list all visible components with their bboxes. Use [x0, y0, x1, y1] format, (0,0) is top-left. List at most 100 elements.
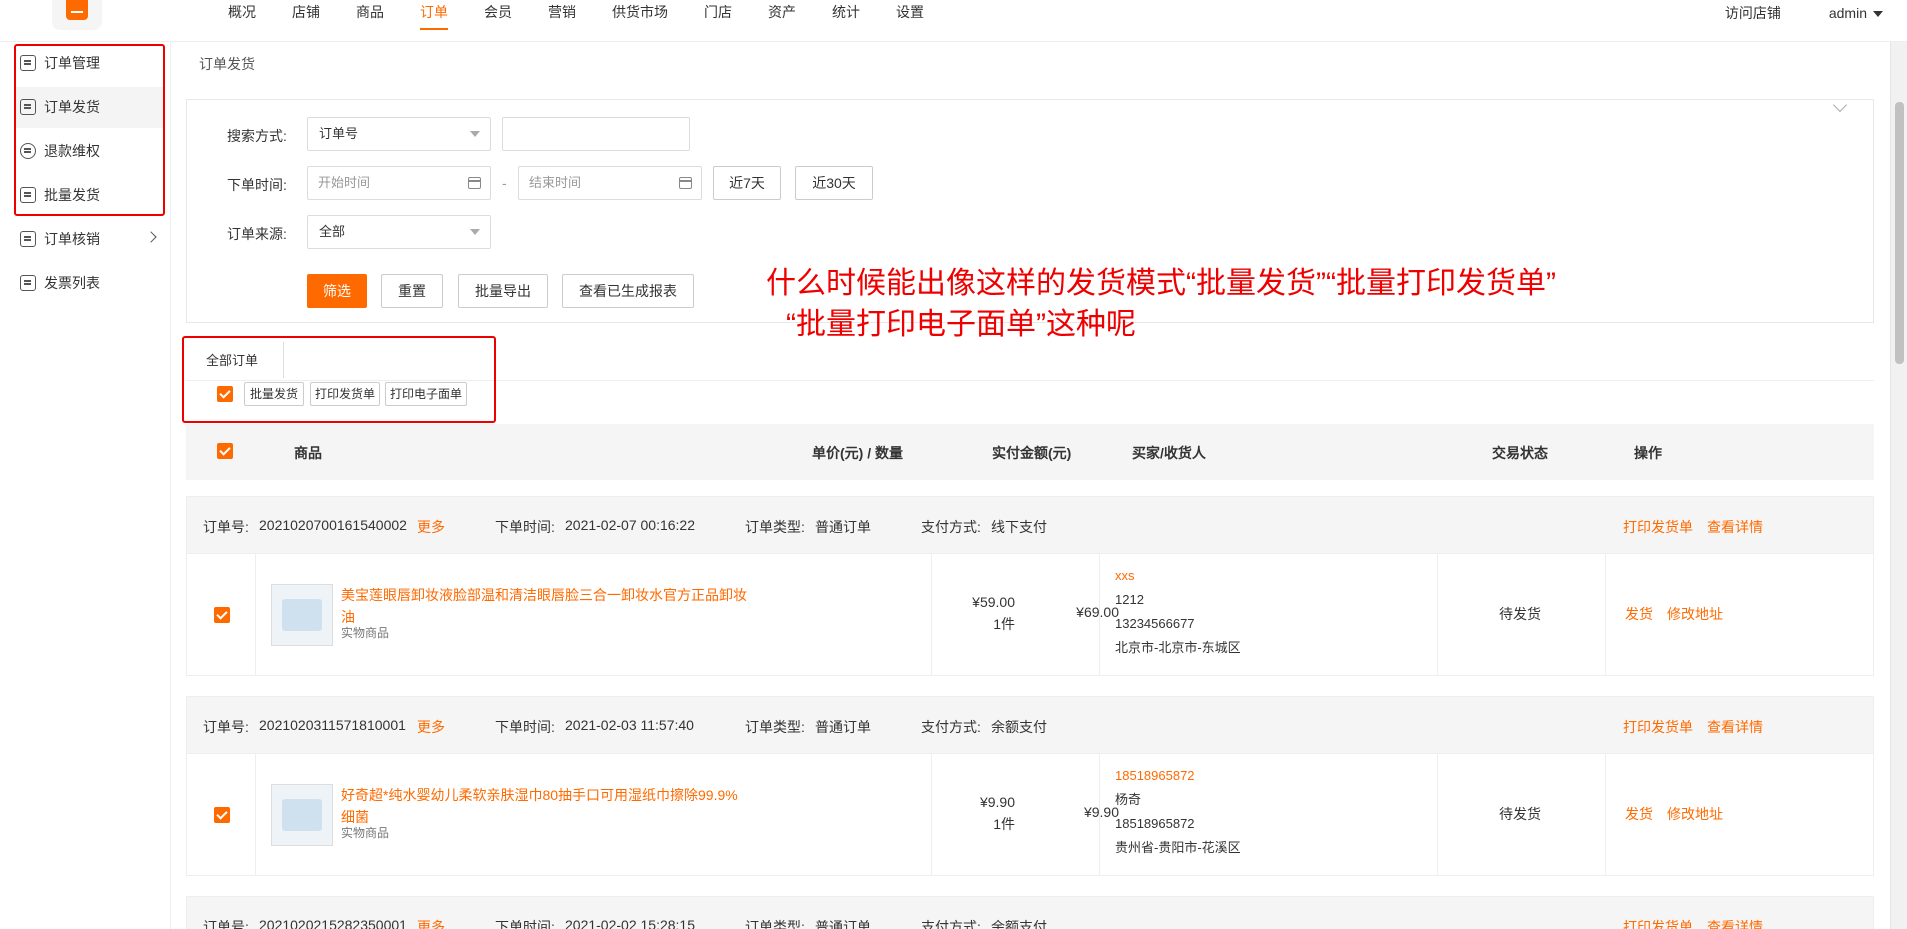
- user-menu[interactable]: admin: [1829, 5, 1883, 21]
- unit-price: ¥59.00: [972, 594, 1015, 610]
- order-type-label: 订单类型:: [745, 519, 805, 535]
- caret-down-icon: [1873, 11, 1883, 18]
- divider: [1099, 554, 1100, 676]
- order-type: 普通订单: [815, 919, 871, 929]
- order-time-label: 下单时间:: [495, 719, 555, 735]
- search-type-select[interactable]: 订单号: [307, 117, 491, 151]
- col-price-qty: 单价(元) / 数量: [812, 445, 903, 461]
- nav-marketing[interactable]: 营销: [548, 0, 576, 30]
- divider: [931, 554, 932, 676]
- order-checkbox[interactable]: [214, 807, 230, 823]
- end-time-input[interactable]: 结束时间: [518, 166, 702, 200]
- more-link[interactable]: 更多: [417, 917, 445, 929]
- order-no: 2021020311571810001: [259, 717, 406, 733]
- start-time-input[interactable]: 开始时间: [307, 166, 491, 200]
- ship-link[interactable]: 发货: [1625, 806, 1653, 822]
- order-header: 订单号: 2021020215282350001 更多 下单时间: 2021-0…: [186, 896, 1874, 929]
- order-body: 美宝莲眼唇卸妆液脸部温和清洁眼唇脸三合一卸妆水官方正品卸妆油 实物商品 ¥59.…: [186, 554, 1874, 676]
- nav-members[interactable]: 会员: [484, 0, 512, 30]
- divider: [1605, 554, 1606, 676]
- order-no-label: 订单号:: [203, 519, 249, 535]
- chevron-right-icon: [145, 231, 157, 243]
- buyer-info: 18518965872 杨奇 18518965872 贵州省-贵阳市-花溪区: [1115, 764, 1241, 860]
- top-bar: 概况 店铺 商品 订单 会员 营销 供货市场 门店 资产 统计 设置 访问店铺 …: [0, 0, 1907, 42]
- pay-method: 线下支付: [991, 519, 1047, 535]
- nav-overview[interactable]: 概况: [228, 0, 256, 30]
- order-header: 订单号: 2021020700161540002 更多 下单时间: 2021-0…: [186, 496, 1874, 554]
- logo[interactable]: [52, 0, 102, 30]
- sidebar-item-invoice[interactable]: 发票列表: [20, 262, 165, 304]
- print-ship-doc-link[interactable]: 打印发货单: [1623, 717, 1693, 737]
- edit-address-link[interactable]: 修改地址: [1667, 606, 1723, 622]
- view-reports-button[interactable]: 查看已生成报表: [562, 274, 694, 308]
- start-time-placeholder: 开始时间: [318, 175, 371, 190]
- last-7-days-button[interactable]: 近7天: [713, 166, 781, 200]
- visit-store-link[interactable]: 访问店铺: [1725, 3, 1781, 23]
- order-time-label: 下单时间:: [495, 919, 555, 929]
- nav-store[interactable]: 店铺: [292, 0, 320, 30]
- verify-icon: [20, 231, 36, 247]
- calendar-icon: [468, 177, 481, 189]
- quantity: 1件: [993, 616, 1015, 632]
- reset-button[interactable]: 重置: [381, 274, 443, 308]
- order-type-label: 订单类型:: [745, 719, 805, 735]
- receiver-address: 北京市-北京市-东城区: [1115, 640, 1241, 655]
- nav-assets[interactable]: 资产: [768, 0, 796, 30]
- print-ship-doc-link[interactable]: 打印发货单: [1623, 917, 1693, 929]
- ship-link[interactable]: 发货: [1625, 606, 1653, 622]
- chevron-down-icon: [470, 131, 480, 137]
- nav-orders[interactable]: 订单: [420, 0, 448, 30]
- table-header: 商品 单价(元) / 数量 实付金额(元) 买家/收货人 交易状态 操作: [186, 424, 1874, 480]
- nav-stats[interactable]: 统计: [832, 0, 860, 30]
- order-source-select[interactable]: 全部: [307, 215, 491, 249]
- search-type-value: 订单号: [319, 126, 359, 141]
- vertical-scrollbar[interactable]: [1890, 42, 1907, 929]
- col-paid: 实付金额(元): [992, 445, 1072, 461]
- view-detail-link[interactable]: 查看详情: [1707, 717, 1763, 737]
- last-30-days-button[interactable]: 近30天: [795, 166, 873, 200]
- col-status: 交易状态: [1492, 445, 1548, 461]
- search-input[interactable]: [502, 117, 690, 151]
- sidebar-item-verify[interactable]: 订单核销: [20, 218, 165, 260]
- scrollbar-thumb[interactable]: [1895, 102, 1904, 364]
- search-type-label: 搜索方式:: [227, 128, 287, 144]
- order-no-label: 订单号:: [203, 919, 249, 929]
- product-image[interactable]: [271, 784, 333, 846]
- annotation-text-line1: 什么时候能出像这样的发货模式“批量发货”“批量打印发货单”: [766, 267, 1556, 300]
- print-ship-doc-link[interactable]: 打印发货单: [1623, 517, 1693, 537]
- order-type: 普通订单: [815, 719, 871, 735]
- select-all-checkbox[interactable]: [217, 443, 233, 459]
- nav-goods[interactable]: 商品: [356, 0, 384, 30]
- view-detail-link[interactable]: 查看详情: [1707, 917, 1763, 929]
- view-detail-link[interactable]: 查看详情: [1707, 517, 1763, 537]
- user-name: admin: [1828, 5, 1867, 21]
- chevron-down-icon[interactable]: [1832, 97, 1848, 113]
- receiver-phone: 18518965872: [1115, 816, 1195, 831]
- product-image[interactable]: [271, 584, 333, 646]
- calendar-icon: [679, 177, 692, 189]
- product-name-link[interactable]: 好奇超*纯水婴幼儿柔软亲肤湿巾80抽手口可用湿纸巾擦除99.9%细菌: [341, 784, 751, 828]
- nav-supply-market[interactable]: 供货市场: [612, 0, 668, 30]
- more-link[interactable]: 更多: [417, 717, 445, 737]
- annotation-text-line2: “批量打印电子面单”这种呢: [786, 308, 1136, 341]
- edit-address-link[interactable]: 修改地址: [1667, 806, 1723, 822]
- divider: [1099, 754, 1100, 876]
- product-name-link[interactable]: 美宝莲眼唇卸妆液脸部温和清洁眼唇脸三合一卸妆水官方正品卸妆油: [341, 584, 751, 628]
- col-product: 商品: [294, 445, 322, 461]
- main-nav: 概况 店铺 商品 订单 会员 营销 供货市场 门店 资产 统计 设置: [210, 0, 942, 32]
- more-link[interactable]: 更多: [417, 517, 445, 537]
- nav-settings[interactable]: 设置: [896, 0, 924, 30]
- col-buyer: 买家/收货人: [1132, 445, 1206, 461]
- batch-export-button[interactable]: 批量导出: [458, 274, 548, 308]
- order-status: 待发货: [1499, 806, 1541, 822]
- nav-shops[interactable]: 门店: [704, 0, 732, 30]
- divider: [1605, 754, 1606, 876]
- receiver-address: 贵州省-贵阳市-花溪区: [1115, 840, 1241, 855]
- product-type: 实物商品: [341, 626, 390, 640]
- filter-button[interactable]: 筛选: [307, 274, 367, 308]
- buyer-name-link[interactable]: xxs: [1115, 564, 1241, 588]
- buyer-name-link[interactable]: 18518965872: [1115, 764, 1241, 788]
- order-checkbox[interactable]: [214, 607, 230, 623]
- order-card: 订单号: 2021020215282350001 更多 下单时间: 2021-0…: [186, 896, 1874, 929]
- time-separator: -: [502, 175, 507, 191]
